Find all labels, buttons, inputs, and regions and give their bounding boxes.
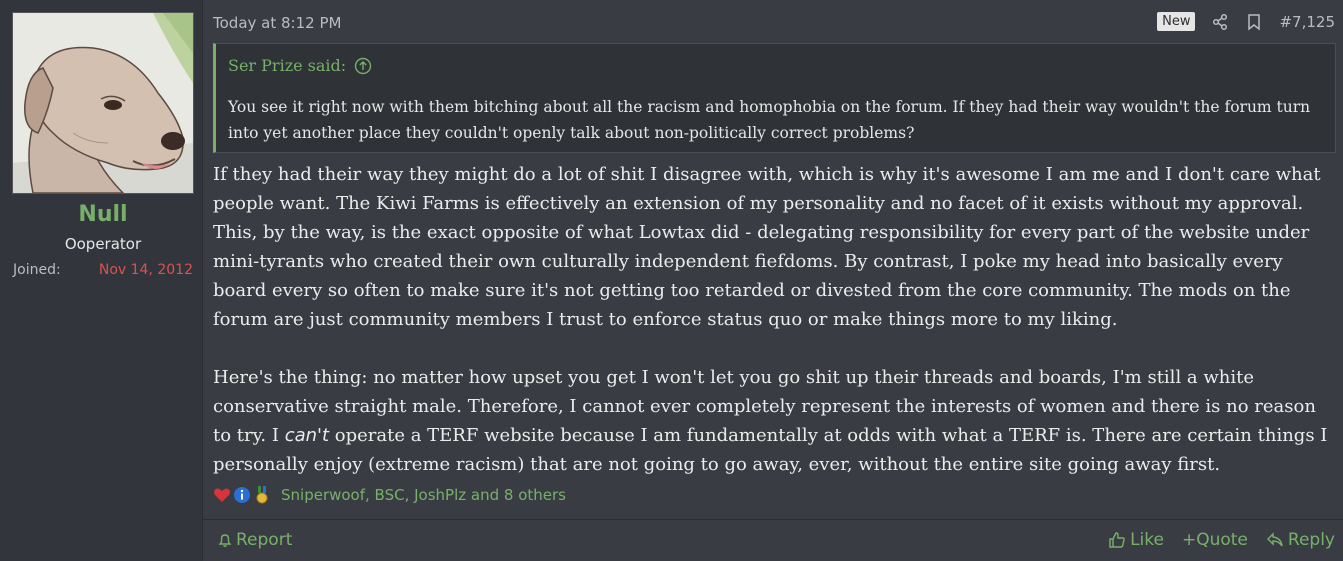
thumbs-up-icon	[1108, 531, 1126, 549]
post-date[interactable]: Today at 8:12 PM	[213, 14, 341, 32]
arrow-up-circle-icon[interactable]	[354, 57, 372, 75]
report-label: Report	[236, 530, 293, 550]
joined-label: Joined:	[13, 262, 61, 278]
post-main: Today at 8:12 PM New #7,125 Ser Prize sa…	[203, 0, 1343, 561]
share-icon[interactable]	[1211, 13, 1229, 31]
post-text-segment: operate a TERF website because I am fund…	[213, 425, 1328, 475]
post-meta: New #7,125	[1157, 12, 1335, 31]
bookmark-icon[interactable]	[1245, 13, 1263, 31]
user-avatar[interactable]	[12, 12, 194, 194]
medal-icon	[253, 486, 271, 504]
reply-button[interactable]: Reply	[1266, 530, 1335, 550]
info-icon	[233, 486, 251, 504]
post-paragraph-1: If they had their way they might do a lo…	[213, 164, 1321, 330]
quote-text: You see it right now with them bitching …	[228, 98, 1311, 142]
new-badge: New	[1157, 12, 1196, 31]
post-content: If they had their way they might do a lo…	[213, 160, 1333, 479]
joined-date: Nov 14, 2012	[98, 262, 193, 278]
reactions-bar[interactable]: Sniperwoof, BSC, JoshPlz and 8 others	[213, 486, 566, 504]
user-info-panel: Null Ooperator Joined: Nov 14, 2012	[0, 0, 203, 560]
reaction-icons	[213, 486, 273, 504]
post-paragraph-2: Here's the thing: no matter how upset yo…	[213, 363, 1333, 479]
post-footer: Report Like +Quote Reply	[203, 519, 1343, 561]
quote-button[interactable]: +Quote	[1182, 530, 1248, 550]
username[interactable]: Null	[0, 202, 206, 227]
like-label: Like	[1130, 530, 1164, 550]
post-number[interactable]: #7,125	[1279, 13, 1335, 31]
dog-avatar-icon	[13, 13, 193, 193]
reactions-list[interactable]: Sniperwoof, BSC, JoshPlz and 8 others	[281, 486, 566, 504]
forum-post: Null Ooperator Joined: Nov 14, 2012 Toda…	[0, 0, 1343, 561]
bell-icon	[217, 532, 233, 548]
heart-icon	[213, 486, 231, 504]
like-button[interactable]: Like	[1108, 530, 1164, 550]
reply-label: Reply	[1287, 530, 1335, 550]
quote-block: Ser Prize said: You see it right now wit…	[213, 43, 1336, 153]
post-actions: Like +Quote Reply	[1108, 530, 1335, 550]
reply-arrow-icon	[1266, 531, 1284, 549]
user-title: Ooperator	[64, 235, 142, 253]
quote-author[interactable]: Ser Prize said:	[228, 56, 346, 75]
report-button[interactable]: Report	[217, 530, 292, 550]
emphasis-text: can't	[284, 425, 330, 446]
quote-header[interactable]: Ser Prize said:	[228, 56, 372, 75]
